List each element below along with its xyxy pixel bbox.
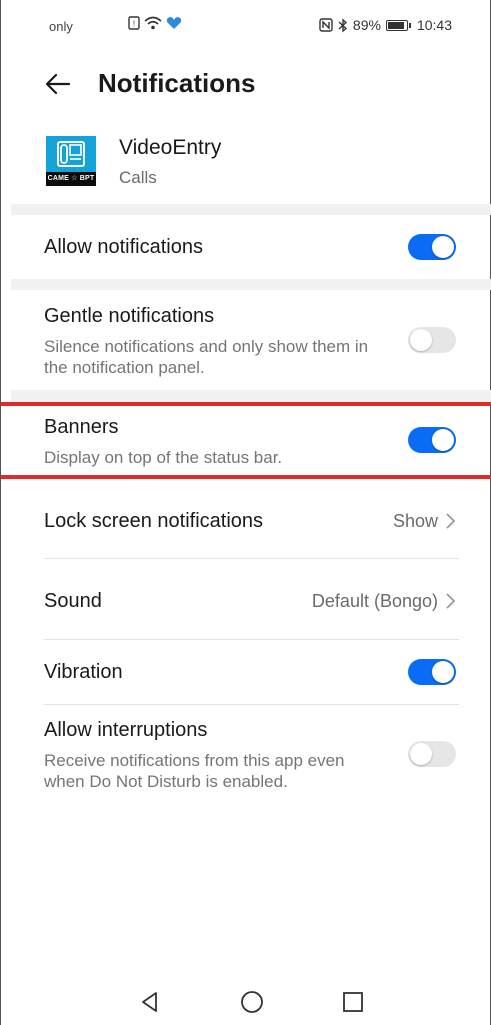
lock-screen-value: Show (392, 511, 438, 531)
status-bar: only ! 89% 10:43 (1, 0, 491, 52)
section-divider (11, 279, 491, 290)
battery-icon (385, 19, 411, 31)
app-category: Calls (119, 168, 157, 187)
app-name: VideoEntry (119, 136, 222, 159)
sound-row[interactable]: Sound Default (Bongo) (1, 559, 491, 639)
allow-interruptions-toggle[interactable] (408, 741, 456, 767)
banners-label: Banners (44, 416, 119, 438)
system-nav-bar (1, 975, 491, 1025)
allow-interruptions-description: Receive notifications from this app even… (44, 751, 345, 791)
allow-notifications-label: Allow notifications (44, 236, 203, 258)
sound-value: Default (Bongo) (311, 591, 438, 611)
svg-text:!: ! (133, 20, 135, 29)
gentle-notifications-row[interactable]: Gentle notifications Silence notificatio… (1, 290, 491, 390)
page-title: Notifications (98, 68, 256, 98)
banners-toggle[interactable] (408, 427, 456, 453)
page-header: Notifications (1, 52, 491, 114)
vibration-label: Vibration (44, 661, 123, 683)
home-circle-icon[interactable] (239, 989, 265, 1015)
app-icon-brand: CAME ☆ BPT (46, 172, 96, 186)
clock: 10:43 (416, 17, 452, 33)
nfc-icon (319, 18, 333, 32)
sound-label: Sound (44, 590, 102, 612)
carrier-label: only (49, 19, 73, 34)
section-divider (11, 204, 491, 215)
app-notification-icon (166, 17, 182, 29)
back-arrow-icon[interactable] (41, 66, 77, 102)
banners-description: Display on top of the status bar. (44, 448, 283, 467)
wifi-icon (144, 16, 162, 30)
lock-screen-row[interactable]: Lock screen notifications Show (1, 480, 491, 558)
vibration-toggle[interactable] (408, 659, 456, 685)
app-info: CAME ☆ BPT VideoEntry Calls (1, 128, 491, 204)
vibration-row[interactable]: Vibration (1, 640, 491, 704)
highlight-line-bottom (1, 475, 491, 479)
status-icons-left: ! (128, 16, 182, 30)
gentle-notifications-description: Silence notifications and only show them… (44, 337, 369, 377)
gentle-notifications-label: Gentle notifications (44, 305, 215, 327)
chevron-right-icon (446, 513, 456, 529)
battery-percent: 89% (352, 17, 381, 33)
allow-notifications-toggle[interactable] (408, 234, 456, 260)
sim-icon: ! (128, 16, 140, 30)
recents-square-icon[interactable] (340, 989, 366, 1015)
intercom-icon (57, 141, 85, 167)
allow-interruptions-row[interactable]: Allow interruptions Receive notification… (1, 705, 491, 805)
lock-screen-label: Lock screen notifications (44, 510, 264, 532)
banners-row[interactable]: Banners Display on top of the status bar… (1, 406, 491, 476)
allow-interruptions-label: Allow interruptions (44, 719, 208, 741)
chevron-right-icon (446, 593, 456, 609)
screen: only ! 89% 10:43 Notifications CAME ☆ BP… (0, 0, 491, 1025)
back-triangle-icon[interactable] (137, 989, 163, 1015)
status-icons-right: 89% 10:43 (319, 17, 452, 33)
gentle-notifications-toggle[interactable] (408, 327, 456, 353)
app-icon: CAME ☆ BPT (46, 136, 96, 186)
bluetooth-icon (338, 18, 347, 32)
allow-notifications-row[interactable]: Allow notifications (1, 215, 491, 279)
